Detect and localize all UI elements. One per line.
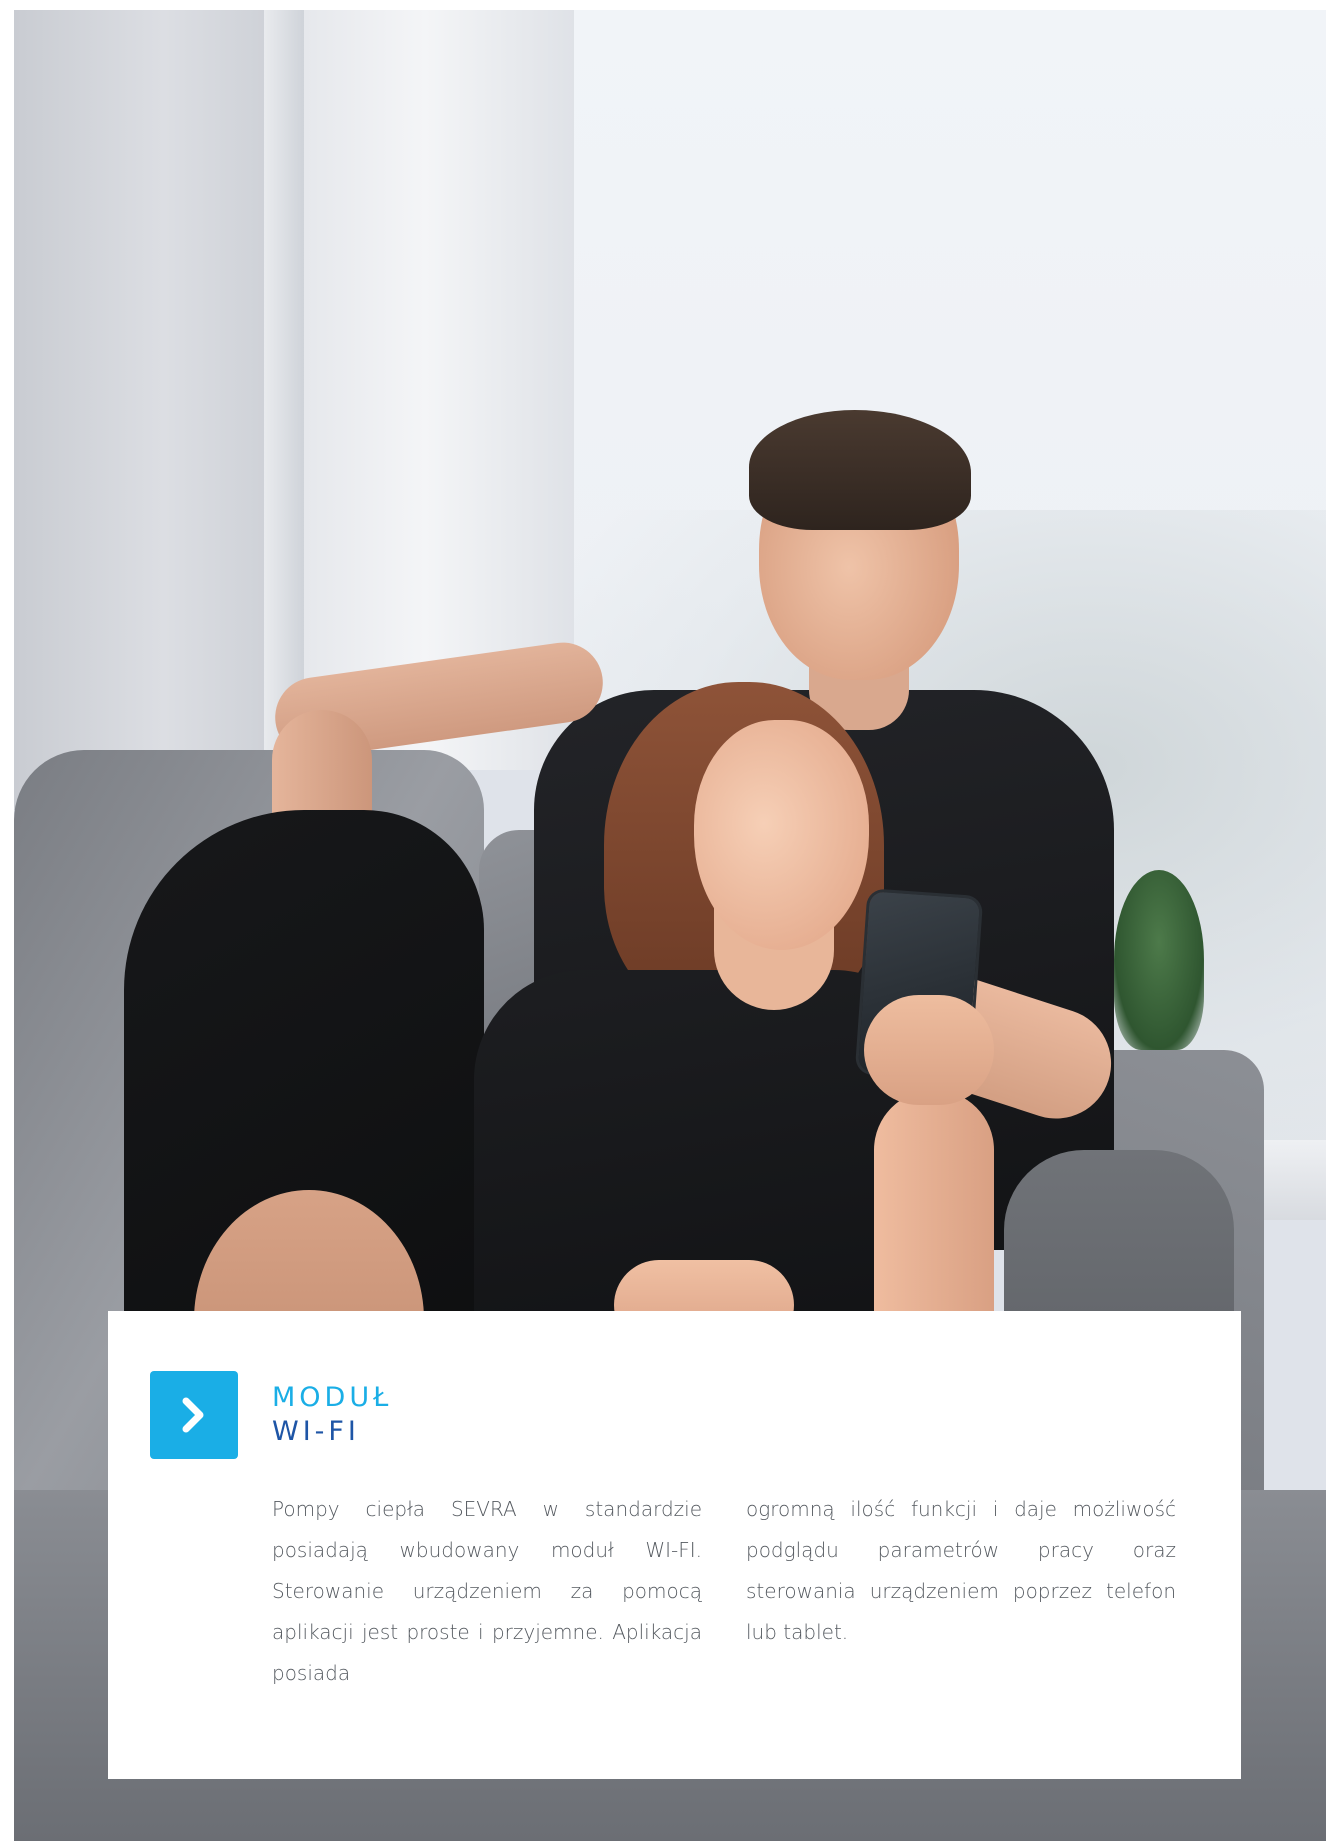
hand-holding-phone — [864, 995, 994, 1105]
chevron-right-icon-svg — [182, 1397, 204, 1433]
wifi-module-card: MODUŁ WI-FI Pompy ciepła SEVRA w standar… — [108, 1311, 1241, 1779]
chevron-right-icon — [150, 1371, 238, 1459]
body-text-column-1: Pompy ciepła SEVRA w standardzie posiada… — [272, 1497, 702, 1685]
body-text-column-2: ogromną ilość funkcji i daje możliwość p… — [746, 1497, 1176, 1644]
plant — [1114, 870, 1204, 1050]
man-hair — [749, 410, 971, 530]
window-frame — [264, 10, 304, 790]
wall — [14, 10, 264, 810]
title-line-module: MODUŁ — [272, 1382, 393, 1413]
card-title: MODUŁ WI-FI — [272, 1381, 392, 1449]
title-line-wifi: WI-FI — [272, 1416, 360, 1447]
woman-face — [694, 720, 869, 950]
